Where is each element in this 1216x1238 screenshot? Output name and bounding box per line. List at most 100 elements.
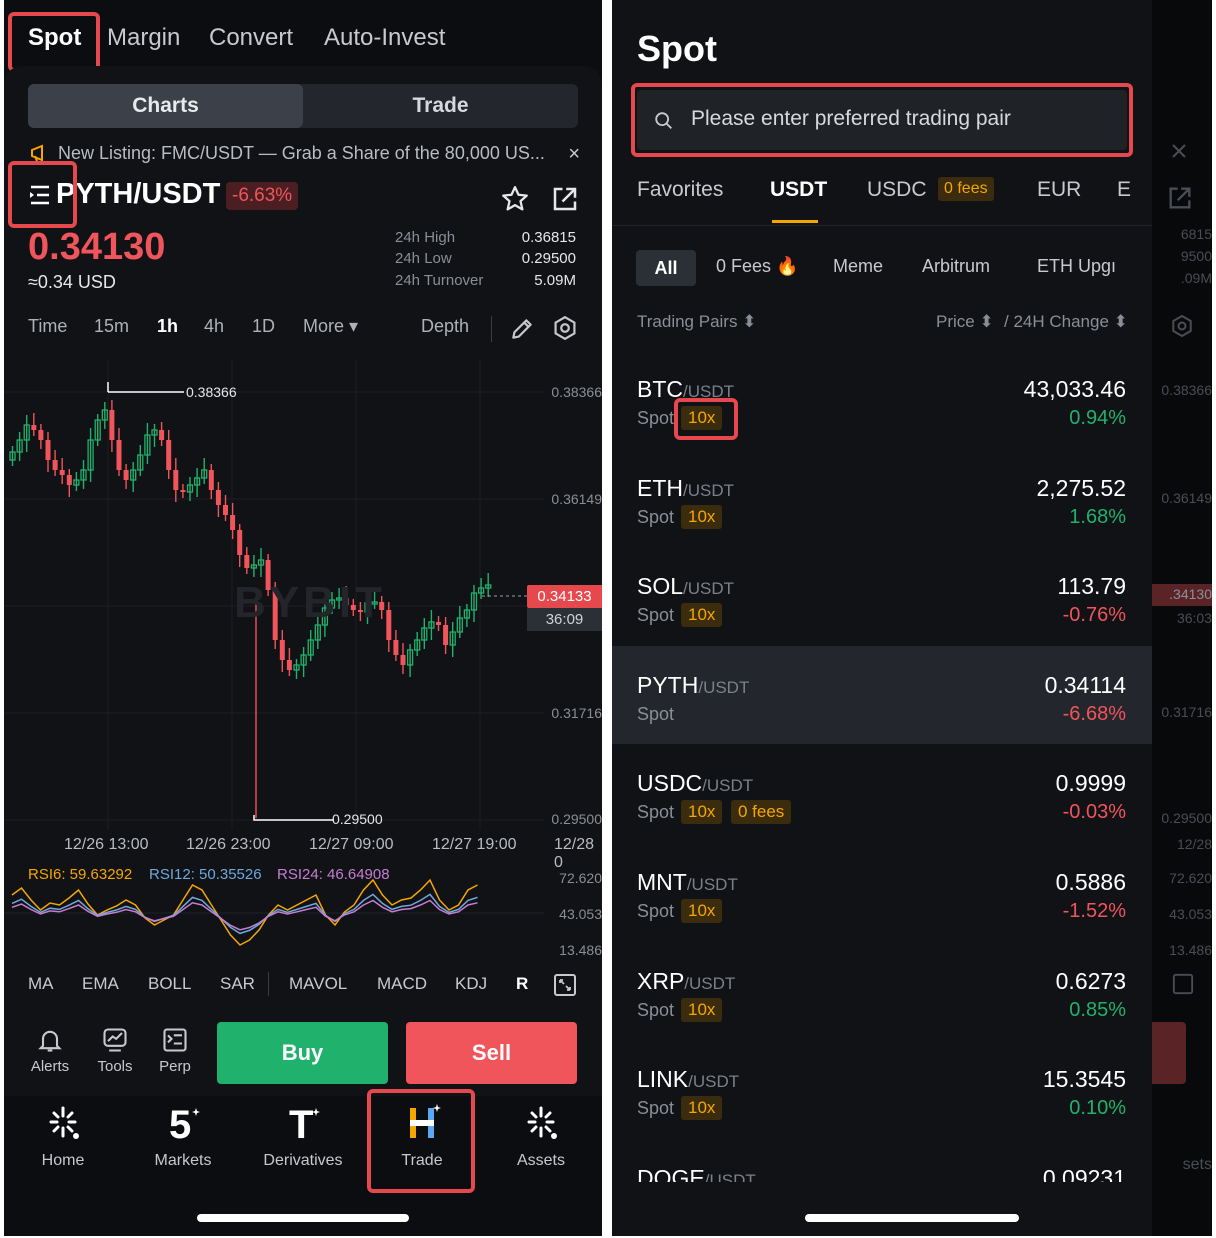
market-type: Spot — [637, 802, 675, 823]
candle-body — [66, 475, 72, 485]
buy-button[interactable]: Buy — [217, 1022, 388, 1084]
candle-body — [436, 622, 441, 625]
indicator-kdj[interactable]: KDJ — [455, 974, 487, 994]
tab-spot[interactable]: Spot — [28, 24, 81, 52]
dimmed-background: 6815 9500 .09M 0.38366 0.36149 .34130 36… — [1152, 0, 1212, 1236]
timeframe-time[interactable]: Time — [28, 316, 67, 337]
candle-body — [223, 505, 228, 515]
alerts-label: Alerts — [30, 1058, 70, 1075]
trade-screen: Spot Margin Convert Auto-Invest Charts T… — [4, 0, 602, 1236]
pair-row-pyth[interactable]: PYTH/USDT Spot 0.34114 -6.68% — [612, 645, 1152, 744]
timeframe-15m[interactable]: 15m — [94, 316, 129, 337]
nav-home[interactable]: Home — [8, 1100, 118, 1170]
sell-button[interactable]: Sell — [406, 1022, 577, 1084]
leverage-badge: 10x — [681, 997, 723, 1022]
depth-tab[interactable]: Depth — [421, 316, 469, 337]
rsi-line — [11, 893, 478, 935]
listing-banner[interactable]: New Listing: FMC/USDT — Grab a Share of … — [30, 143, 586, 166]
pair-symbol: SOL/USDT — [637, 573, 734, 600]
pair-symbol: PYTH/USDT — [637, 672, 749, 699]
pair-row-mnt[interactable]: MNT/USDT Spot 10x 0.5886 -1.52% — [612, 843, 1152, 941]
pencil-icon[interactable] — [509, 316, 535, 342]
pair-quote: /USDT — [698, 677, 750, 697]
candle-body — [166, 440, 172, 470]
tools-button[interactable]: Tools — [85, 1026, 145, 1075]
star-icon[interactable] — [500, 184, 530, 214]
strip-label: 12/28 — [1176, 836, 1212, 852]
indicator-more[interactable]: R — [516, 974, 528, 994]
home-icon — [49, 1106, 79, 1139]
settings-icon — [1172, 314, 1192, 338]
candle-body — [230, 515, 236, 530]
usd-equivalent: ≈0.34 USD — [28, 272, 116, 292]
pair-quote: /USDT — [704, 1170, 756, 1182]
pair-price: 0.5886 — [1055, 869, 1126, 895]
pair-title[interactable]: PYTH/USDT — [56, 178, 220, 211]
candle-body — [400, 655, 406, 665]
stat-value-high: 0.36815 — [521, 229, 576, 246]
pair-list-icon[interactable] — [28, 184, 52, 206]
pair-price: 113.79 — [1057, 573, 1126, 600]
market-type: Spot — [637, 703, 675, 724]
nav-trade[interactable]: Trade — [367, 1100, 477, 1170]
svg-text:T: T — [289, 1103, 313, 1146]
nav-markets-label: Markets — [154, 1152, 212, 1169]
pair-change: -0.76% — [1062, 604, 1126, 627]
market-type: Spot — [637, 605, 675, 626]
nav-markets[interactable]: 5 Markets — [128, 1100, 238, 1170]
pair-change: -1.52% — [1062, 900, 1126, 922]
strip-label: .34130 — [1169, 586, 1212, 602]
leverage-badge: 10x — [681, 406, 723, 430]
timeframe-1d[interactable]: 1D — [252, 316, 275, 337]
indicator-boll[interactable]: BOLL — [148, 974, 191, 994]
pair-row-xrp[interactable]: XRP/USDT Spot 10x 0.6273 0.85% — [612, 942, 1152, 1040]
indicator-mavol[interactable]: MAVOL — [289, 974, 347, 994]
perp-button[interactable]: Perp — [145, 1026, 205, 1075]
alerts-button[interactable]: Alerts — [20, 1026, 80, 1075]
nav-assets-label: Assets — [516, 1152, 565, 1169]
indicator-sar[interactable]: SAR — [220, 974, 255, 994]
fullscreen-icon[interactable] — [553, 973, 577, 997]
indicator-ema[interactable]: EMA — [82, 974, 119, 994]
nav-derivatives[interactable]: T Derivatives — [248, 1100, 358, 1170]
nav-home-label: Home — [41, 1152, 85, 1169]
timeframe-more[interactable]: More ▾ — [303, 316, 358, 337]
indicator-ma[interactable]: MA — [28, 974, 54, 994]
settings-icon[interactable] — [552, 315, 578, 341]
pair-price: 2,275.52 — [1036, 474, 1126, 501]
tab-convert[interactable]: Convert — [209, 24, 293, 52]
pair-symbol: LINK/USDT — [637, 1066, 739, 1093]
pair-row-link[interactable]: LINK/USDT Spot 10x 15.3545 0.10% — [612, 1040, 1152, 1138]
price-axis-label: 0.36149 — [551, 491, 602, 507]
time-axis-label: 12/28 0 — [554, 836, 595, 871]
timeframe-1h[interactable]: 1h — [157, 316, 178, 337]
strip-label: 72.620 — [1169, 870, 1212, 886]
nav-derivatives-label: Derivatives — [263, 1152, 343, 1169]
fees-badge: 0 fees — [731, 800, 792, 825]
pair-row-doge[interactable]: DOGE/USDT 0.09231 — [612, 1139, 1152, 1182]
trade-view-tab[interactable]: Trade — [303, 84, 578, 128]
candle-body — [52, 460, 58, 470]
candle-body — [45, 440, 51, 460]
share-icon[interactable] — [550, 184, 580, 214]
indicator-macd[interactable]: MACD — [377, 974, 427, 994]
pair-row-btc[interactable]: BTC/USDT Spot 10x 43,033.46 0.94% — [612, 350, 1152, 448]
tab-margin[interactable]: Margin — [107, 24, 180, 52]
leverage-badge: 10x — [681, 1096, 723, 1121]
stat-label-turnover: 24h Turnover — [395, 272, 484, 289]
pair-row-eth[interactable]: ETH/USDT Spot 10x 2,275.52 1.68% — [612, 449, 1152, 547]
pair-row-sol[interactable]: SOL/USDT Spot 10x 113.79 -0.76% — [612, 547, 1152, 645]
pair-row-usdc[interactable]: USDC/USDT Spot 10x 0 fees 0.9999 -0.03% — [612, 744, 1152, 842]
strip-label: 6815 — [1180, 226, 1212, 242]
pair-symbol: MNT/USDT — [637, 869, 738, 896]
charts-tab[interactable]: Charts — [28, 84, 303, 128]
strip-label: 43.053 — [1169, 906, 1212, 922]
rsi-chart — [4, 878, 544, 946]
close-icon[interactable]: × — [568, 143, 580, 166]
timeframe-4h[interactable]: 4h — [204, 316, 224, 337]
market-type: Spot — [637, 506, 675, 527]
time-axis-label: 12/26 13:00 — [64, 836, 149, 853]
nav-assets[interactable]: Assets — [486, 1100, 596, 1170]
tab-auto-invest[interactable]: Auto-Invest — [324, 24, 445, 52]
price-axis-label: 0.29500 — [551, 811, 602, 827]
